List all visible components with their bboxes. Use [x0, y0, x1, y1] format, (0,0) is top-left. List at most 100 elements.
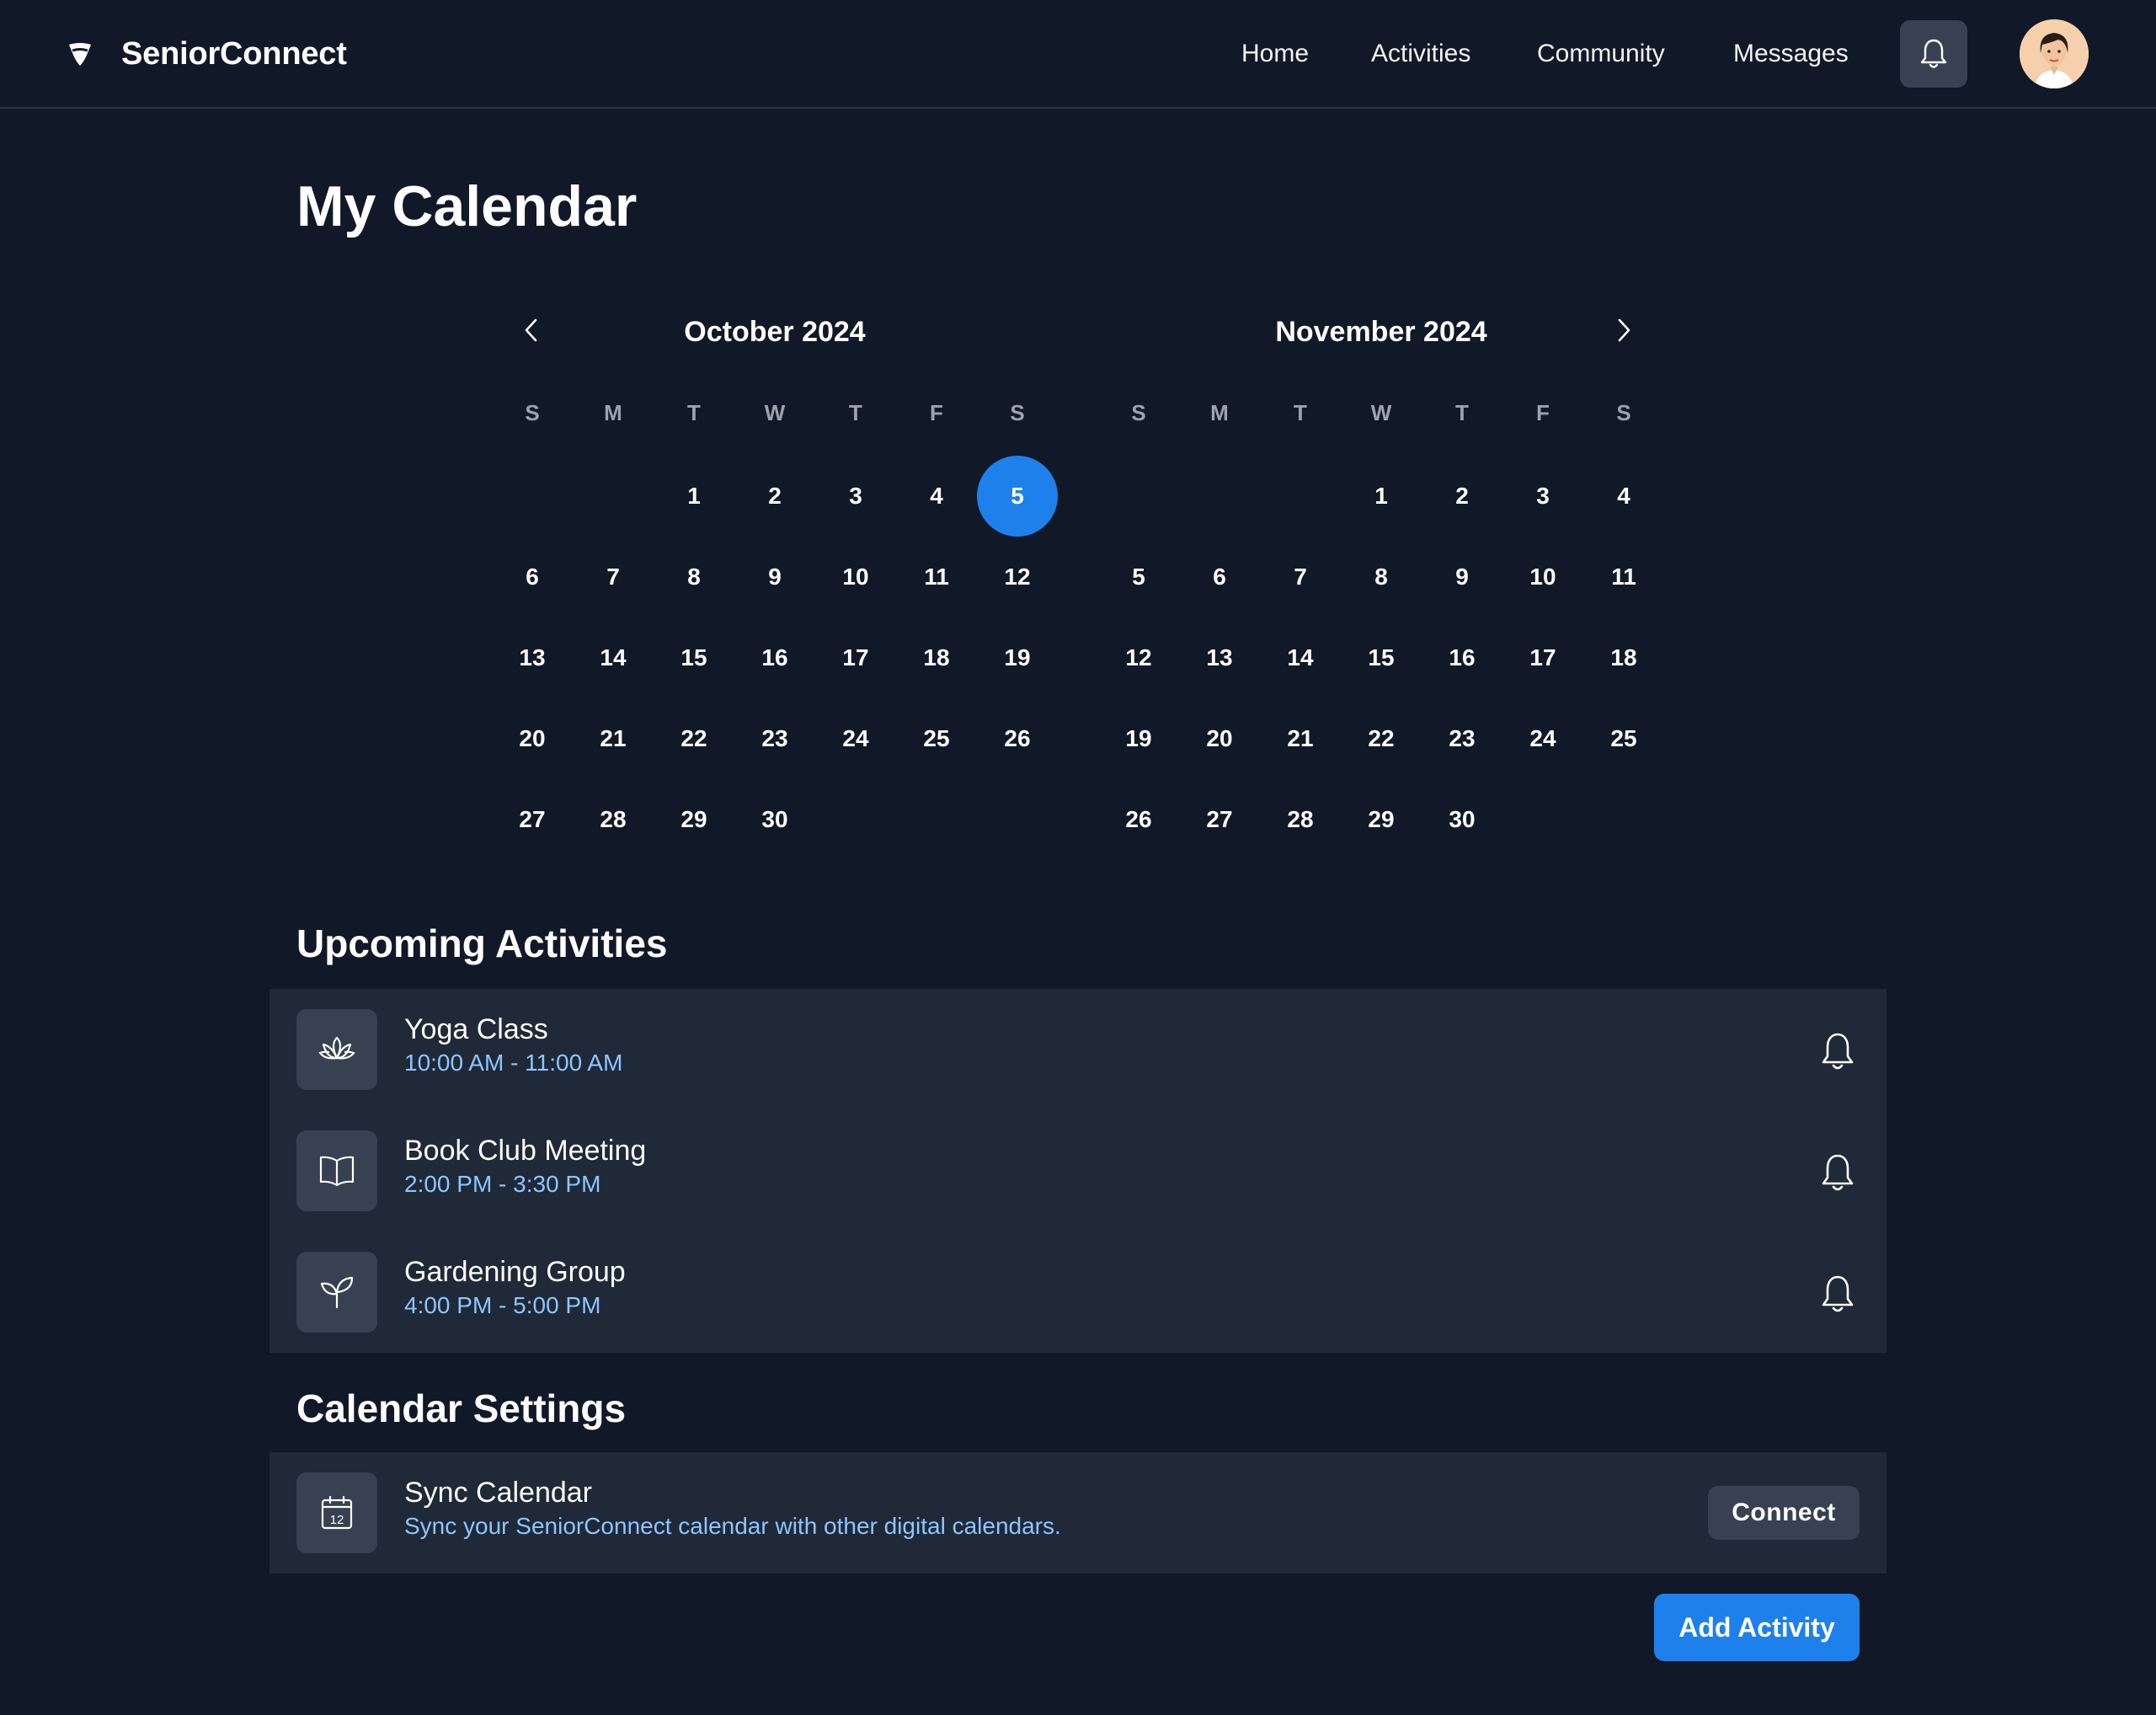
book-icon — [296, 1130, 377, 1211]
previous-month-button[interactable] — [515, 313, 548, 347]
calendar-day-october-2[interactable]: 2 — [734, 456, 815, 537]
calendar-day-october-30[interactable]: 30 — [734, 779, 815, 860]
nav-home[interactable]: Home — [1241, 34, 1309, 74]
nav-activities[interactable]: Activities — [1371, 34, 1470, 74]
calendar-day-november-2[interactable]: 2 — [1422, 456, 1502, 537]
calendar-day-november-14[interactable]: 14 — [1260, 617, 1341, 698]
weekday-label: T — [1455, 400, 1469, 425]
notifications-button[interactable] — [1900, 20, 1967, 88]
calendar-day-october-20[interactable]: 20 — [492, 698, 573, 779]
activity-time: 4:00 PM - 5:00 PM — [404, 1292, 601, 1318]
calendar-day-november-23[interactable]: 23 — [1422, 698, 1502, 779]
calendar-day-november-27[interactable]: 27 — [1179, 779, 1260, 860]
sync-calendar-title: Sync Calendar — [404, 1477, 593, 1509]
calendar-day-october-8[interactable]: 8 — [654, 537, 734, 617]
calendar-day-october-13[interactable]: 13 — [492, 617, 573, 698]
sprout-icon — [296, 1252, 377, 1333]
calendar-day-november-10[interactable]: 10 — [1502, 537, 1583, 617]
user-avatar[interactable] — [2020, 19, 2089, 88]
calendar-day-november-24[interactable]: 24 — [1502, 698, 1583, 779]
nav-community[interactable]: Community — [1537, 34, 1665, 74]
calendar-day-october-18[interactable]: 18 — [896, 617, 977, 698]
calendar-icon-date: 12 — [330, 1513, 344, 1527]
weekday-label: F — [930, 400, 943, 425]
calendar-day-november-8[interactable]: 8 — [1341, 537, 1422, 617]
calendar-day-november-12[interactable]: 12 — [1098, 617, 1179, 698]
calendar-day-october-10[interactable]: 10 — [815, 537, 896, 617]
calendar-day-october-14[interactable]: 14 — [573, 617, 654, 698]
calendar-day-october-24[interactable]: 24 — [815, 698, 896, 779]
calendar-day-october-12[interactable]: 12 — [977, 537, 1058, 617]
calendar-day-october-11[interactable]: 11 — [896, 537, 977, 617]
brand[interactable]: SeniorConnect — [67, 34, 347, 74]
calendar-day-october-5[interactable]: 5 — [977, 456, 1058, 537]
calendar-day-november-21[interactable]: 21 — [1260, 698, 1341, 779]
page-title: My Calendar — [296, 174, 638, 238]
calendar-day-october-21[interactable]: 21 — [573, 698, 654, 779]
weekday-label: W — [1370, 400, 1392, 425]
weekday-label: S — [1131, 400, 1146, 425]
calendar-day-november-16[interactable]: 16 — [1422, 617, 1502, 698]
calendar-day-october-23[interactable]: 23 — [734, 698, 815, 779]
activities-list: Yoga Class 10:00 AM - 11:00 AM Book Club… — [270, 989, 1886, 1353]
month-title-november: November 2024 — [1275, 316, 1487, 348]
next-month-button[interactable] — [1607, 313, 1641, 347]
calendar-day-october-16[interactable]: 16 — [734, 617, 815, 698]
activity-item-gardening[interactable]: Gardening Group 4:00 PM - 5:00 PM — [270, 1233, 1886, 1341]
calendar-day-october-19[interactable]: 19 — [977, 617, 1058, 698]
activity-item-yoga[interactable]: Yoga Class 10:00 AM - 11:00 AM — [270, 991, 1886, 1098]
calendar-day-november-4[interactable]: 4 — [1583, 456, 1664, 537]
calendar-day-november-20[interactable]: 20 — [1179, 698, 1260, 779]
calendar-day-november-25[interactable]: 25 — [1583, 698, 1664, 779]
activity-reminder-button[interactable] — [1819, 1274, 1856, 1314]
nav-messages[interactable]: Messages — [1733, 34, 1849, 74]
weekday-label: T — [1294, 400, 1307, 425]
activity-item-book-club[interactable]: Book Club Meeting 2:00 PM - 3:30 PM — [270, 1112, 1886, 1220]
calendar-day-november-11[interactable]: 11 — [1583, 537, 1664, 617]
calendar-day-november-18[interactable]: 18 — [1583, 617, 1664, 698]
calendar-day-november-30[interactable]: 30 — [1422, 779, 1502, 860]
calendar-day-october-22[interactable]: 22 — [654, 698, 734, 779]
calendar-day-october-7[interactable]: 7 — [573, 537, 654, 617]
add-activity-button[interactable]: Add Activity — [1654, 1594, 1860, 1661]
calendar-day-november-13[interactable]: 13 — [1179, 617, 1260, 698]
calendar-day-november-28[interactable]: 28 — [1260, 779, 1341, 860]
calendar-day-october-4[interactable]: 4 — [896, 456, 977, 537]
calendar-day-november-9[interactable]: 9 — [1422, 537, 1502, 617]
calendar-day-october-6[interactable]: 6 — [492, 537, 573, 617]
activity-reminder-button[interactable] — [1819, 1152, 1856, 1193]
activity-time: 10:00 AM - 11:00 AM — [404, 1050, 623, 1076]
calendar-day-october-17[interactable]: 17 — [815, 617, 896, 698]
weekday-label: T — [849, 400, 862, 425]
calendar-day-october-3[interactable]: 3 — [815, 456, 896, 537]
calendar-day-november-19[interactable]: 19 — [1098, 698, 1179, 779]
calendar-day-november-1[interactable]: 1 — [1341, 456, 1422, 537]
connect-button[interactable]: Connect — [1708, 1486, 1860, 1540]
calendar-day-november-26[interactable]: 26 — [1098, 779, 1179, 860]
calendar-day-october-28[interactable]: 28 — [573, 779, 654, 860]
settings-panel: 12 Sync Calendar Sync your SeniorConnect… — [270, 1452, 1886, 1573]
weekday-label: W — [764, 400, 786, 425]
weekday-label: S — [525, 400, 540, 425]
calendar-day-november-6[interactable]: 6 — [1179, 537, 1260, 617]
weekday-label: F — [1536, 400, 1550, 425]
bell-icon — [1822, 1275, 1854, 1312]
calendar-day-october-27[interactable]: 27 — [492, 779, 573, 860]
calendar-day-october-29[interactable]: 29 — [654, 779, 734, 860]
calendar-day-november-17[interactable]: 17 — [1502, 617, 1583, 698]
calendar-day-november-22[interactable]: 22 — [1341, 698, 1422, 779]
calendar-day-october-26[interactable]: 26 — [977, 698, 1058, 779]
weekday-label: S — [1010, 400, 1025, 425]
calendar-day-november-5[interactable]: 5 — [1098, 537, 1179, 617]
bell-icon — [1822, 1033, 1854, 1070]
calendar-day-october-15[interactable]: 15 — [654, 617, 734, 698]
calendar-day-october-1[interactable]: 1 — [654, 456, 734, 537]
calendar-day-november-29[interactable]: 29 — [1341, 779, 1422, 860]
calendar-day-october-25[interactable]: 25 — [896, 698, 977, 779]
activity-reminder-button[interactable] — [1819, 1031, 1856, 1071]
brand-name: SeniorConnect — [121, 35, 347, 72]
calendar-day-november-7[interactable]: 7 — [1260, 537, 1341, 617]
calendar-day-october-9[interactable]: 9 — [734, 537, 815, 617]
calendar-day-november-3[interactable]: 3 — [1502, 456, 1583, 537]
calendar-day-november-15[interactable]: 15 — [1341, 617, 1422, 698]
